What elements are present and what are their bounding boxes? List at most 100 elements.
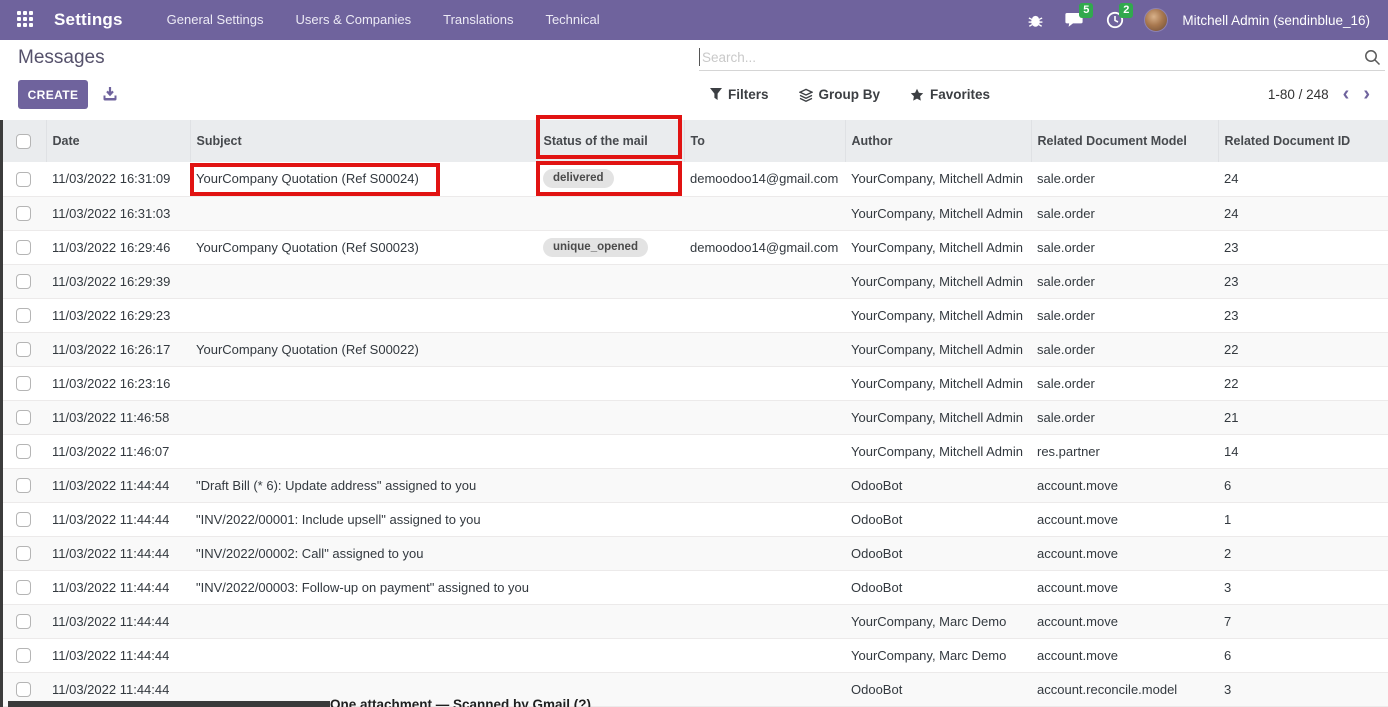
cell-doc_id[interactable]: 23: [1218, 230, 1388, 264]
cell-model[interactable]: account.reconcile.model: [1031, 672, 1218, 706]
table-row[interactable]: 11/03/2022 16:26:17YourCompany Quotation…: [0, 332, 1388, 366]
cell-to[interactable]: [684, 570, 845, 604]
cell-model[interactable]: sale.order: [1031, 162, 1218, 196]
cell-doc_id[interactable]: 24: [1218, 196, 1388, 230]
table-row[interactable]: 11/03/2022 11:44:44 YourCompany, Marc Dem…: [0, 604, 1388, 638]
debug-bug-icon[interactable]: [1018, 0, 1052, 40]
cell-subject[interactable]: YourCompany Quotation (Ref S00023): [190, 230, 537, 264]
cell-model[interactable]: sale.order: [1031, 332, 1218, 366]
create-button[interactable]: CREATE: [18, 80, 88, 109]
cell-to[interactable]: [684, 400, 845, 434]
cell-model[interactable]: account.move: [1031, 638, 1218, 672]
cell-author[interactable]: YourCompany, Mitchell Admin: [845, 366, 1031, 400]
cell-subject[interactable]: [190, 604, 537, 638]
cell-to[interactable]: [684, 536, 845, 570]
cell-subject[interactable]: YourCompany Quotation (Ref S00022): [190, 332, 537, 366]
table-row[interactable]: 11/03/2022 11:44:44"INV/2022/00003: Foll…: [0, 570, 1388, 604]
cell-doc_id[interactable]: 23: [1218, 298, 1388, 332]
cell-author[interactable]: YourCompany, Mitchell Admin: [845, 162, 1031, 196]
cell-author[interactable]: YourCompany, Marc Demo: [845, 604, 1031, 638]
cell-model[interactable]: account.move: [1031, 536, 1218, 570]
cell-doc_id[interactable]: 3: [1218, 570, 1388, 604]
column-header-model[interactable]: Related Document Model: [1031, 120, 1218, 162]
table-row[interactable]: 11/03/2022 16:31:09YourCompany Quotation…: [0, 162, 1388, 196]
cell-doc_id[interactable]: 2: [1218, 536, 1388, 570]
cell-author[interactable]: OdooBot: [845, 468, 1031, 502]
cell-model[interactable]: res.partner: [1031, 434, 1218, 468]
cell-doc_id[interactable]: 3: [1218, 672, 1388, 706]
table-row[interactable]: 11/03/2022 11:46:07YourCompany, Mitchell…: [0, 434, 1388, 468]
row-checkbox[interactable]: [16, 274, 31, 289]
cell-status[interactable]: unique_opened: [537, 230, 684, 264]
cell-to[interactable]: [684, 366, 845, 400]
cell-status[interactable]: [537, 298, 684, 332]
cell-to[interactable]: [684, 502, 845, 536]
cell-subject[interactable]: "INV/2022/00001: Include upsell" assigne…: [190, 502, 537, 536]
cell-subject[interactable]: [190, 298, 537, 332]
row-checkbox[interactable]: [16, 580, 31, 595]
pager-next-icon[interactable]: ›: [1363, 85, 1370, 103]
table-row[interactable]: 11/03/2022 16:23:16YourCompany, Mitchell…: [0, 366, 1388, 400]
cell-to[interactable]: [684, 434, 845, 468]
cell-to[interactable]: demoodoo14@gmail.com: [684, 162, 845, 196]
cell-author[interactable]: OdooBot: [845, 502, 1031, 536]
filters-button[interactable]: Filters: [710, 87, 769, 102]
menu-technical[interactable]: Technical: [529, 0, 615, 40]
row-checkbox[interactable]: [16, 614, 31, 629]
cell-doc_id[interactable]: 22: [1218, 332, 1388, 366]
cell-status[interactable]: [537, 196, 684, 230]
messages-icon[interactable]: 5: [1058, 0, 1092, 40]
cell-date[interactable]: 11/03/2022 16:29:46: [46, 230, 190, 264]
cell-subject[interactable]: YourCompany Quotation (Ref S00024): [190, 162, 537, 196]
cell-to[interactable]: [684, 672, 845, 706]
table-row[interactable]: 11/03/2022 11:44:44YourCompany, Marc Dem…: [0, 638, 1388, 672]
group-by-button[interactable]: Group By: [799, 87, 881, 102]
table-row[interactable]: 11/03/2022 16:29:39YourCompany, Mitchell…: [0, 264, 1388, 298]
row-checkbox[interactable]: [16, 682, 31, 697]
cell-subject[interactable]: [190, 400, 537, 434]
cell-author[interactable]: YourCompany, Mitchell Admin: [845, 298, 1031, 332]
cell-status[interactable]: [537, 536, 684, 570]
row-checkbox[interactable]: [16, 206, 31, 221]
cell-model[interactable]: sale.order: [1031, 230, 1218, 264]
column-header-date[interactable]: Date: [46, 120, 190, 162]
cell-author[interactable]: OdooBot: [845, 672, 1031, 706]
cell-doc_id[interactable]: 6: [1218, 638, 1388, 672]
column-header-to[interactable]: To: [684, 120, 845, 162]
cell-to[interactable]: [684, 264, 845, 298]
cell-date[interactable]: 11/03/2022 11:44:44: [46, 468, 190, 502]
cell-status[interactable]: [537, 264, 684, 298]
apps-grid-icon[interactable]: [17, 11, 35, 29]
table-row[interactable]: 11/03/2022 11:44:44"INV/2022/00002: Call…: [0, 536, 1388, 570]
pager-previous-icon[interactable]: ‹: [1343, 85, 1350, 103]
cell-author[interactable]: YourCompany, Mitchell Admin: [845, 332, 1031, 366]
cell-status[interactable]: [537, 468, 684, 502]
cell-status[interactable]: delivered: [537, 162, 684, 196]
cell-date[interactable]: 11/03/2022 11:44:44: [46, 638, 190, 672]
row-checkbox[interactable]: [16, 342, 31, 357]
table-row[interactable]: 11/03/2022 16:29:23YourCompany, Mitchell…: [0, 298, 1388, 332]
row-checkbox[interactable]: [16, 444, 31, 459]
cell-date[interactable]: 11/03/2022 11:46:58: [46, 400, 190, 434]
row-checkbox[interactable]: [16, 648, 31, 663]
app-name[interactable]: Settings: [54, 10, 123, 30]
cell-author[interactable]: YourCompany, Mitchell Admin: [845, 230, 1031, 264]
cell-date[interactable]: 11/03/2022 11:44:44: [46, 604, 190, 638]
cell-date[interactable]: 11/03/2022 11:46:07: [46, 434, 190, 468]
row-checkbox[interactable]: [16, 512, 31, 527]
cell-to[interactable]: [684, 604, 845, 638]
cell-model[interactable]: sale.order: [1031, 366, 1218, 400]
cell-status[interactable]: [537, 332, 684, 366]
export-download-icon[interactable]: [102, 86, 118, 102]
cell-status[interactable]: [537, 638, 684, 672]
cell-model[interactable]: sale.order: [1031, 298, 1218, 332]
user-avatar[interactable]: [1144, 8, 1168, 32]
cell-subject[interactable]: [190, 366, 537, 400]
row-checkbox[interactable]: [16, 376, 31, 391]
cell-date[interactable]: 11/03/2022 16:31:03: [46, 196, 190, 230]
cell-to[interactable]: [684, 196, 845, 230]
cell-to[interactable]: demoodoo14@gmail.com: [684, 230, 845, 264]
user-menu[interactable]: Mitchell Admin (sendinblue_16): [1182, 13, 1370, 28]
cell-date[interactable]: 11/03/2022 16:26:17: [46, 332, 190, 366]
column-header-author[interactable]: Author: [845, 120, 1031, 162]
